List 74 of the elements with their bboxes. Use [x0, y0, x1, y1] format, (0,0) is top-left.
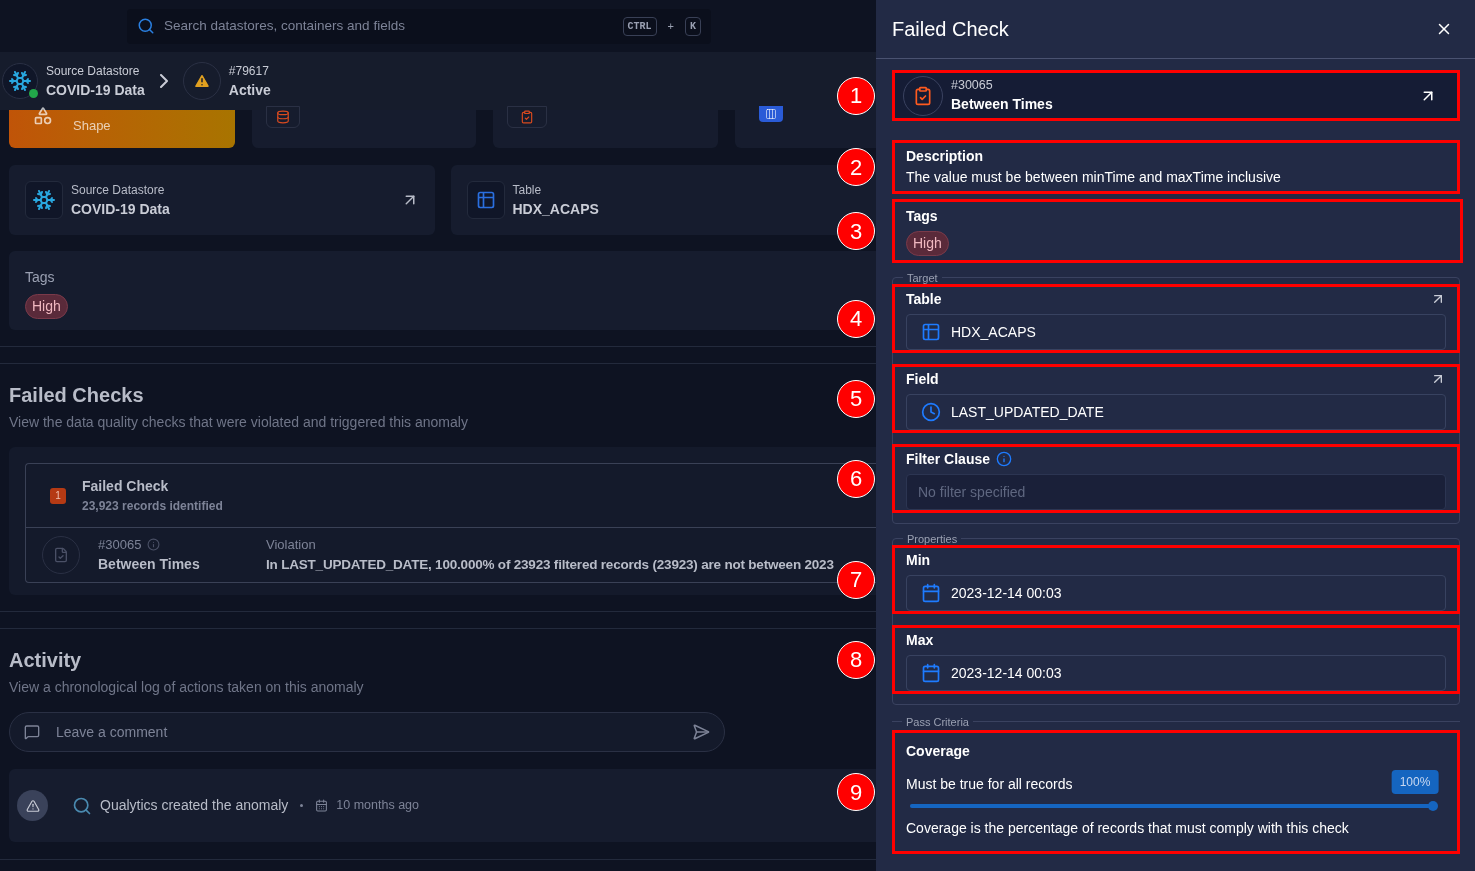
stat-label: Shape	[73, 117, 111, 135]
activity-time: 10 months ago	[336, 797, 420, 815]
slider-thumb[interactable]	[1428, 801, 1438, 811]
field-value: LAST_UPDATED_DATE	[951, 402, 1104, 422]
field-value: HDX_ACAPS	[951, 322, 1036, 342]
section-title: Activity	[9, 648, 82, 673]
section-label: Min	[906, 550, 931, 570]
card-value: HDX_ACAPS	[512, 199, 600, 219]
comment-placeholder: Leave a comment	[56, 722, 169, 742]
check-name: Between Times	[98, 555, 201, 575]
table-icon	[475, 190, 496, 210]
violation-label: Violation	[266, 536, 317, 555]
key-cap: CTRL	[622, 16, 657, 36]
coverage-help: Coverage is the percentage of records that must comply with this check	[906, 819, 1349, 838]
snowflake-icon	[32, 188, 56, 212]
check-icon	[507, 106, 547, 128]
plus-sign: +	[667, 18, 674, 34]
group-title: Failed Check	[82, 477, 170, 496]
info-icon[interactable]	[996, 451, 1013, 467]
warning-avatar	[17, 790, 48, 821]
key-cap: K	[685, 16, 701, 36]
drawer-title: Failed Check	[892, 17, 1009, 42]
snowflake-icon	[8, 69, 32, 93]
section-title: Failed Checks	[9, 383, 144, 408]
section-subtitle: View the data quality checks that were violated and triggered this anomaly	[9, 413, 468, 432]
check-id: #30065	[98, 535, 142, 554]
tags-title: Tags	[25, 268, 55, 287]
table-icon	[921, 322, 941, 342]
value-tooltip: 100%	[1391, 770, 1439, 794]
activity-text: Qualytics created the anomaly	[100, 796, 289, 815]
check-id: #30065	[951, 76, 994, 94]
calendar-icon	[921, 583, 941, 603]
section-label: Field	[906, 369, 939, 389]
calendar-icon	[921, 663, 941, 683]
section-label: Table	[906, 289, 942, 309]
field-value: 2023-12-14 00:03	[951, 583, 1062, 603]
breadcrumb-datastore-link[interactable]: COVID-19 Data	[46, 79, 145, 101]
anomaly-id: #79617	[228, 62, 270, 80]
check-name: Between Times	[951, 95, 1054, 115]
anomaly-status: Active	[228, 80, 271, 100]
clock-icon	[921, 402, 941, 422]
comment-icon	[24, 724, 40, 740]
search-icon	[137, 17, 155, 35]
columns-icon	[759, 106, 783, 122]
section-label: Coverage	[906, 742, 970, 761]
card-label: Source Datastore	[71, 181, 166, 199]
count-badge: 1	[50, 487, 66, 504]
description-text: The value must be between minTime and maxTime inclusive	[906, 168, 1282, 187]
callout-number: 5	[837, 379, 875, 418]
callout-number: 8	[837, 640, 875, 679]
chevron-icon	[159, 74, 168, 88]
calendar-icon	[315, 799, 329, 812]
violation-text: In LAST_UPDATED_DATE, 100.000% of 23923 filtered records (23923) are not between 2023	[266, 555, 834, 574]
field-value: 2023-12-14 00:03	[951, 663, 1062, 683]
callout-number: 2	[837, 148, 875, 186]
section-subtitle: View a chronological log of actions taken on this anomaly	[9, 678, 364, 697]
section-label: Filter Clause	[906, 449, 991, 469]
section-label: Description	[906, 147, 984, 166]
card-value: COVID-19 Data	[71, 199, 171, 219]
search-field[interactable]: Search datastores, containers and fields CTRL + K	[127, 8, 711, 44]
breadcrumb-label: Source Datastore	[46, 62, 141, 80]
send-icon[interactable]	[692, 723, 710, 741]
tag-badge: High	[25, 294, 68, 319]
records-icon	[266, 106, 300, 128]
comment-input[interactable]: Leave a comment	[9, 712, 725, 752]
shapes-icon	[33, 106, 53, 126]
warning-icon	[192, 72, 211, 90]
search-placeholder: Search datastores, containers and fields	[164, 16, 406, 35]
group-subtitle: 23,923 records identified	[82, 498, 223, 515]
tag-badge: High	[906, 231, 949, 256]
section-label: Max	[906, 630, 934, 650]
section-label: Tags	[906, 207, 938, 226]
card-label: Table	[512, 181, 543, 199]
coverage-caption: Must be true for all records	[906, 776, 1073, 792]
